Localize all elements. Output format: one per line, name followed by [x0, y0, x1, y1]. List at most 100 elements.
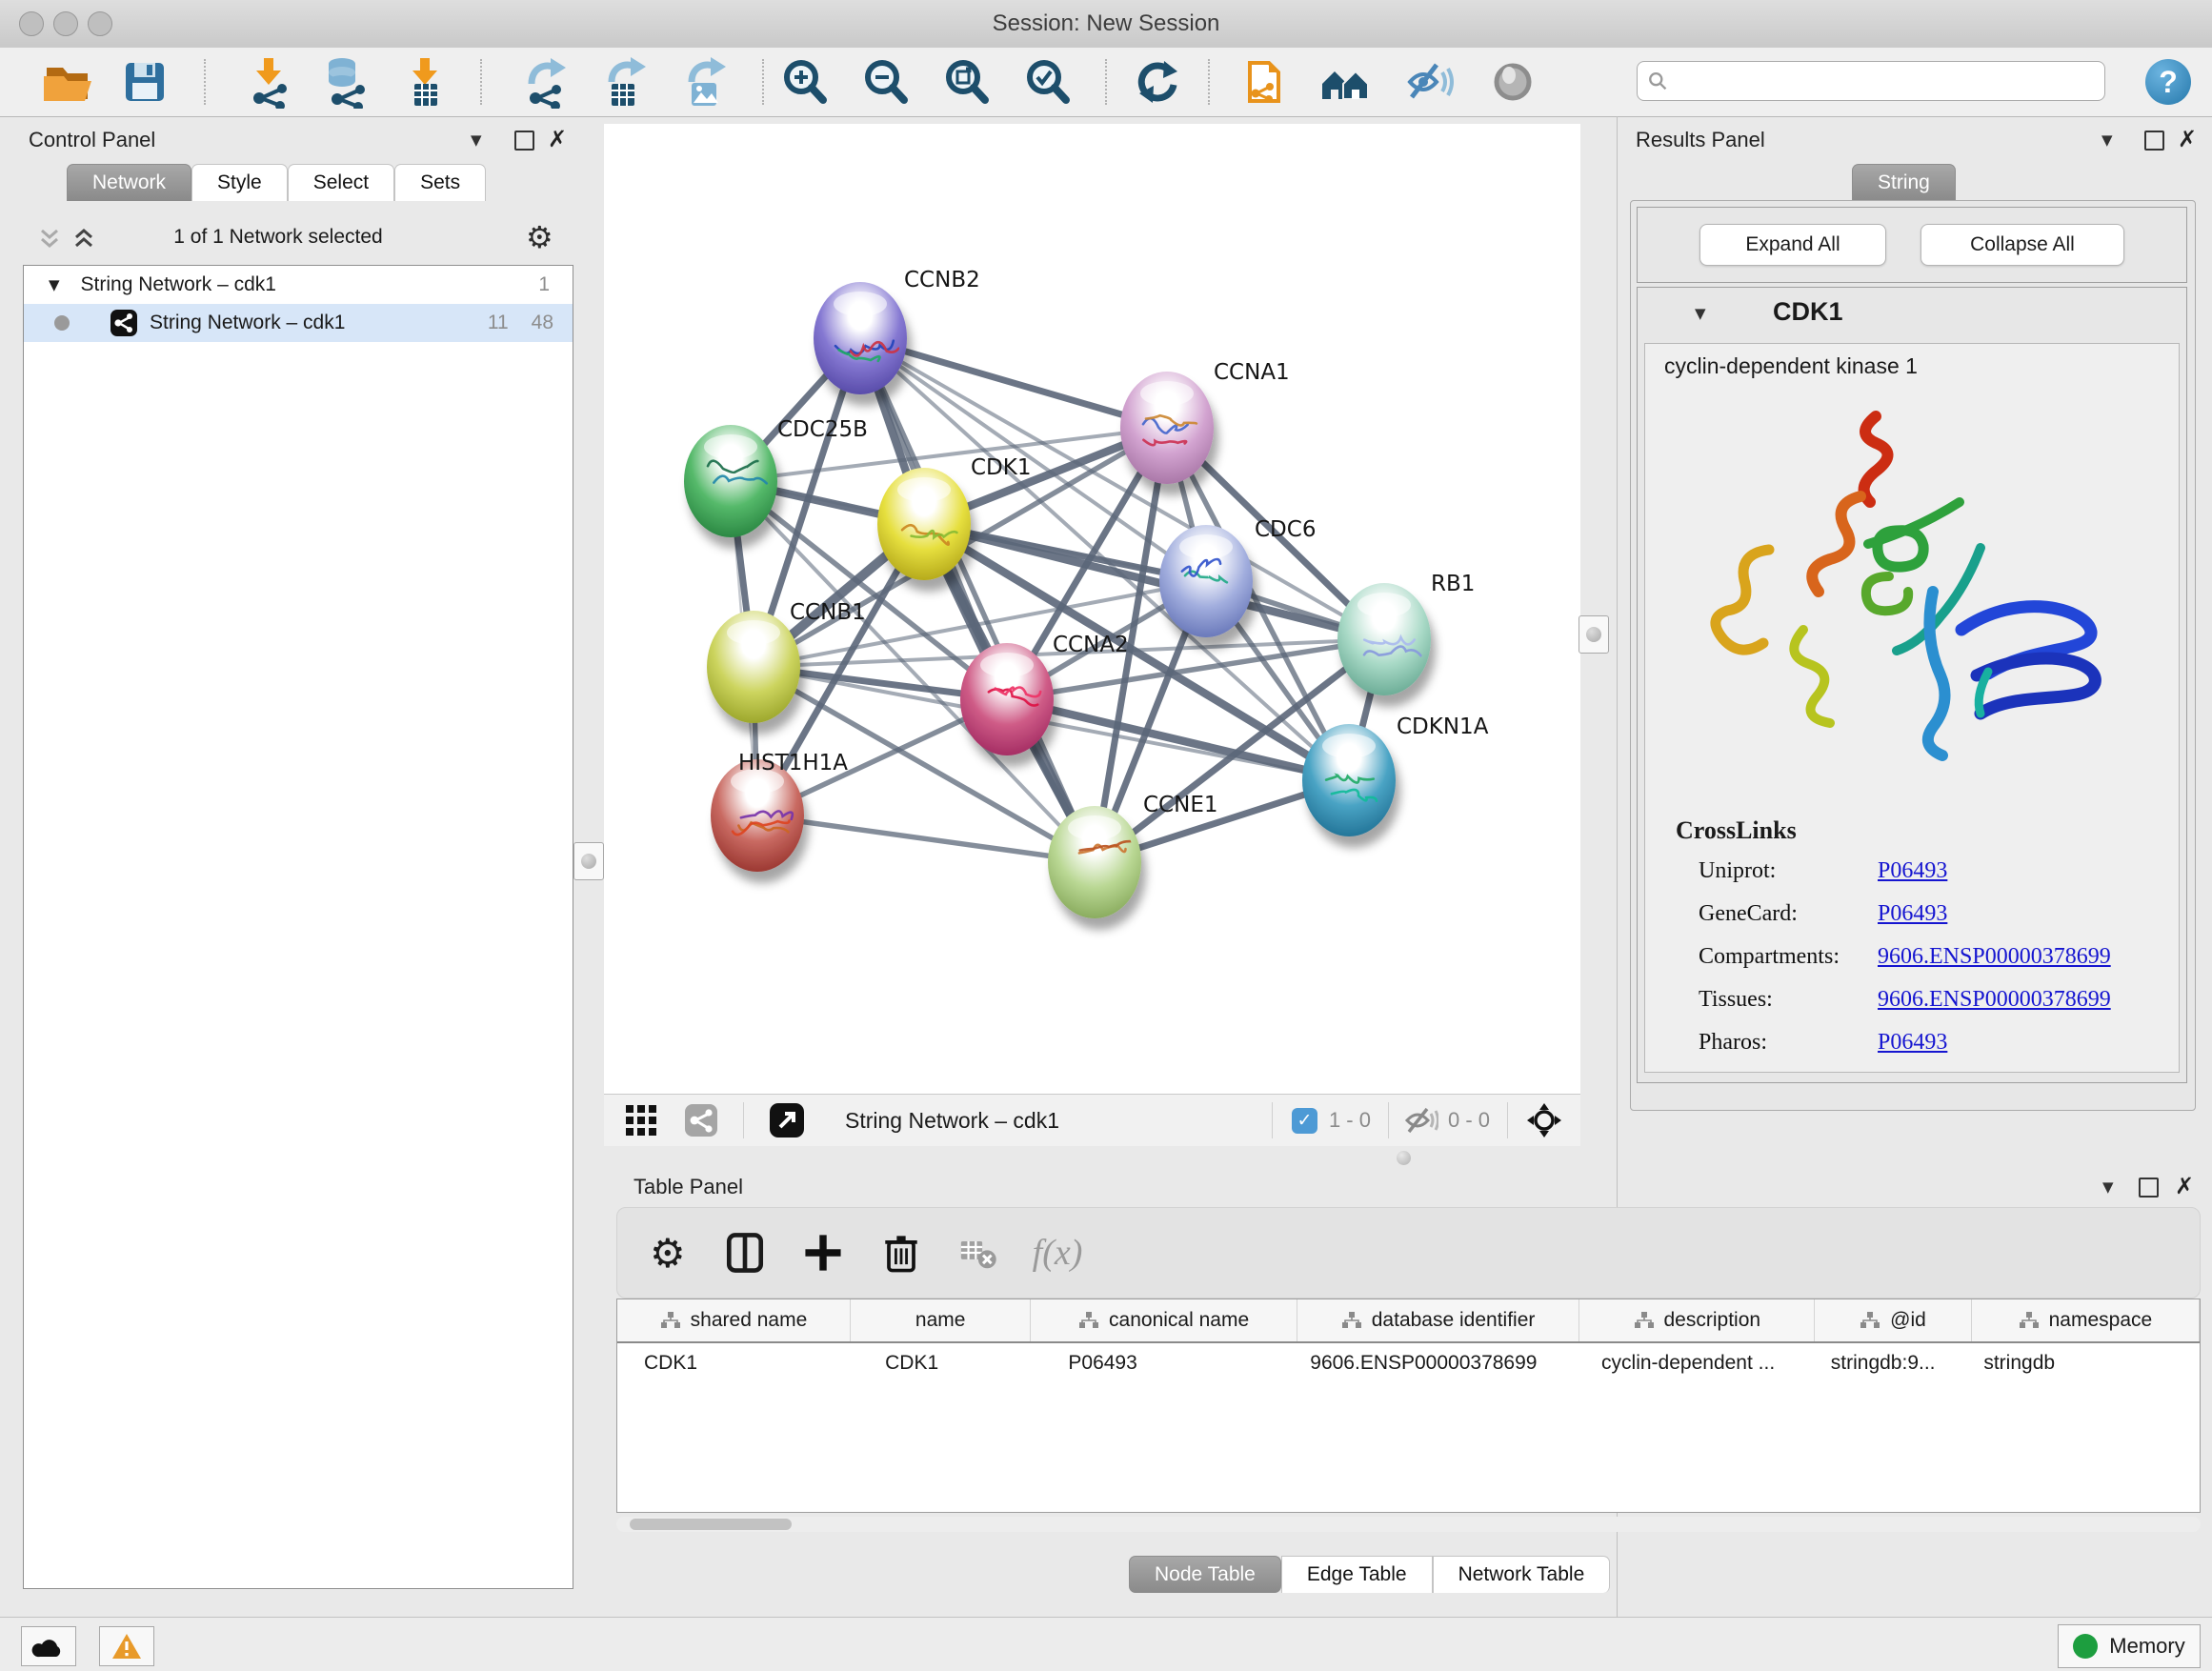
- show-columns-icon[interactable]: [720, 1228, 770, 1278]
- control-panel-float-icon[interactable]: [514, 131, 534, 151]
- search-input[interactable]: [1676, 70, 2095, 93]
- table-cell[interactable]: stringdb:9...: [1816, 1343, 1973, 1383]
- function-builder-icon[interactable]: f(x): [1033, 1232, 1083, 1274]
- import-network-database-button[interactable]: [316, 53, 373, 111]
- import-network-file-button[interactable]: [240, 53, 297, 111]
- table-panel-close-icon[interactable]: ✗: [2175, 1175, 2194, 1198]
- edge-CCNB2-CCNE1[interactable]: [860, 338, 1095, 862]
- node-CCNB2[interactable]: [814, 282, 907, 394]
- network-canvas[interactable]: CCNB2CCNA1CDC25BCDK1CDC6RB1CCNB1CCNA2CDK…: [604, 124, 1580, 1094]
- node-CDC25B[interactable]: [684, 425, 777, 537]
- crosslink-value-link[interactable]: P06493: [1878, 1030, 1947, 1056]
- save-session-button[interactable]: [116, 53, 173, 111]
- tab-string[interactable]: String: [1852, 164, 1956, 201]
- string-home-button[interactable]: [1317, 53, 1374, 111]
- export-image-button[interactable]: [676, 53, 734, 111]
- help-button[interactable]: ?: [2145, 59, 2191, 105]
- right-splitter-handle[interactable]: [1579, 615, 1609, 654]
- hide-glass-button[interactable]: [1400, 53, 1458, 111]
- tab-style[interactable]: Style: [191, 164, 288, 201]
- column-header-canonical-name[interactable]: canonical name: [1031, 1299, 1297, 1341]
- table-row[interactable]: CDK1CDK1P064939606.ENSP00000378699cyclin…: [617, 1343, 2200, 1383]
- column-header-database-identifier[interactable]: database identifier: [1297, 1299, 1580, 1341]
- crosslink-value-link[interactable]: 9606.ENSP00000378699: [1878, 944, 2111, 970]
- export-network-button[interactable]: [516, 53, 573, 111]
- network-graph[interactable]: CCNB2CCNA1CDC25BCDK1CDC6RB1CCNB1CCNA2CDK…: [604, 124, 1580, 1094]
- collapse-all-button[interactable]: Collapse All: [1920, 224, 2124, 266]
- grid-view-icon[interactable]: [625, 1104, 657, 1137]
- add-column-icon[interactable]: [798, 1228, 848, 1278]
- column-header-shared-name[interactable]: shared name: [617, 1299, 851, 1341]
- memory-button[interactable]: Memory: [2058, 1624, 2201, 1668]
- delete-table-icon[interactable]: [955, 1230, 1000, 1276]
- delete-column-icon[interactable]: [876, 1228, 926, 1278]
- results-panel-close-icon[interactable]: ✗: [2178, 128, 2197, 151]
- expand-all-chevron-icon[interactable]: [70, 227, 97, 252]
- node-CDKN1A[interactable]: [1302, 724, 1396, 836]
- column-header-description[interactable]: description: [1579, 1299, 1815, 1341]
- network-collection-row[interactable]: ▼ String Network – cdk1 1: [24, 266, 573, 304]
- node-CCNE1[interactable]: [1048, 806, 1141, 918]
- column-header-name[interactable]: name: [851, 1299, 1031, 1341]
- table-cell[interactable]: CDK1: [617, 1343, 851, 1383]
- apply-layout-button[interactable]: [1130, 53, 1187, 111]
- network-options-gear-icon[interactable]: ⚙: [526, 219, 553, 255]
- table-cell[interactable]: stringdb: [1972, 1343, 2200, 1383]
- crosslink-value-link[interactable]: P06493: [1878, 901, 1947, 927]
- warning-status-button[interactable]: [99, 1626, 154, 1666]
- table-settings-gear-icon[interactable]: ⚙: [650, 1230, 686, 1277]
- node-CCNB1[interactable]: [707, 611, 800, 723]
- edge-HIST1H1A-CCNE1[interactable]: [757, 815, 1095, 862]
- string-import-button[interactable]: [1237, 53, 1294, 111]
- table-cell[interactable]: cyclin-dependent ...: [1580, 1343, 1816, 1383]
- selected-checkbox-icon[interactable]: ✓: [1292, 1108, 1317, 1134]
- tab-network[interactable]: Network: [67, 164, 191, 201]
- edge-CCNB2-CCNA1[interactable]: [860, 338, 1167, 428]
- table-cell[interactable]: 9606.ENSP00000378699: [1298, 1343, 1580, 1383]
- horizontal-splitter-handle[interactable]: [1397, 1151, 1411, 1165]
- control-panel-menu-icon[interactable]: ▼: [471, 131, 482, 149]
- table-hscrollbar-thumb[interactable]: [630, 1519, 792, 1530]
- table-panel-menu-icon[interactable]: ▼: [2102, 1178, 2114, 1196]
- zoom-out-button[interactable]: [857, 53, 915, 111]
- left-splitter-handle[interactable]: [573, 842, 604, 880]
- entry-collapse-triangle-icon[interactable]: ▼: [1695, 305, 1706, 322]
- import-table-button[interactable]: [396, 53, 453, 111]
- node-CDK1[interactable]: [877, 468, 971, 580]
- network-row-selected[interactable]: String Network – cdk1 11 48: [24, 304, 573, 342]
- table-hscrollbar[interactable]: [616, 1517, 2201, 1532]
- crosslink-value-link[interactable]: 9606.ENSP00000378699: [1878, 987, 2111, 1013]
- hidden-eye-icon[interactable]: [1404, 1106, 1438, 1135]
- node-CDC6[interactable]: [1159, 525, 1253, 637]
- detach-view-icon[interactable]: [769, 1102, 805, 1138]
- table-cell[interactable]: P06493: [1032, 1343, 1298, 1383]
- expand-all-button[interactable]: Expand All: [1699, 224, 1886, 266]
- results-panel-menu-icon[interactable]: ▼: [2101, 131, 2113, 149]
- tab-edge-table[interactable]: Edge Table: [1281, 1556, 1433, 1593]
- open-session-button[interactable]: [38, 53, 95, 111]
- export-table-button[interactable]: [596, 53, 654, 111]
- zoom-fit-button[interactable]: [938, 53, 995, 111]
- tab-sets[interactable]: Sets: [394, 164, 486, 201]
- column-header--id[interactable]: @id: [1815, 1299, 1972, 1341]
- tab-network-table[interactable]: Network Table: [1433, 1556, 1611, 1593]
- column-header-namespace[interactable]: namespace: [1972, 1299, 2200, 1341]
- zoom-in-button[interactable]: [776, 53, 834, 111]
- zoom-selected-button[interactable]: [1019, 53, 1076, 111]
- share-view-icon[interactable]: [684, 1103, 718, 1137]
- tree-expand-triangle-icon[interactable]: ▼: [49, 276, 60, 293]
- node-RB1[interactable]: [1337, 583, 1431, 695]
- crosslink-value-link[interactable]: P06493: [1878, 858, 1947, 884]
- table-cell[interactable]: CDK1: [851, 1343, 1032, 1383]
- birdseye-crosshair-icon[interactable]: [1525, 1101, 1563, 1139]
- table-panel-float-icon[interactable]: [2139, 1178, 2159, 1198]
- node-CCNA1[interactable]: [1120, 372, 1214, 484]
- collapse-all-chevron-icon[interactable]: [36, 227, 63, 252]
- tab-node-table[interactable]: Node Table: [1129, 1556, 1281, 1593]
- cloud-status-button[interactable]: [21, 1626, 76, 1666]
- show-glass-button[interactable]: [1484, 53, 1541, 111]
- tab-select[interactable]: Select: [288, 164, 394, 201]
- node-CCNA2[interactable]: [960, 643, 1054, 755]
- results-panel-float-icon[interactable]: [2144, 131, 2164, 151]
- control-panel-close-icon[interactable]: ✗: [548, 128, 567, 151]
